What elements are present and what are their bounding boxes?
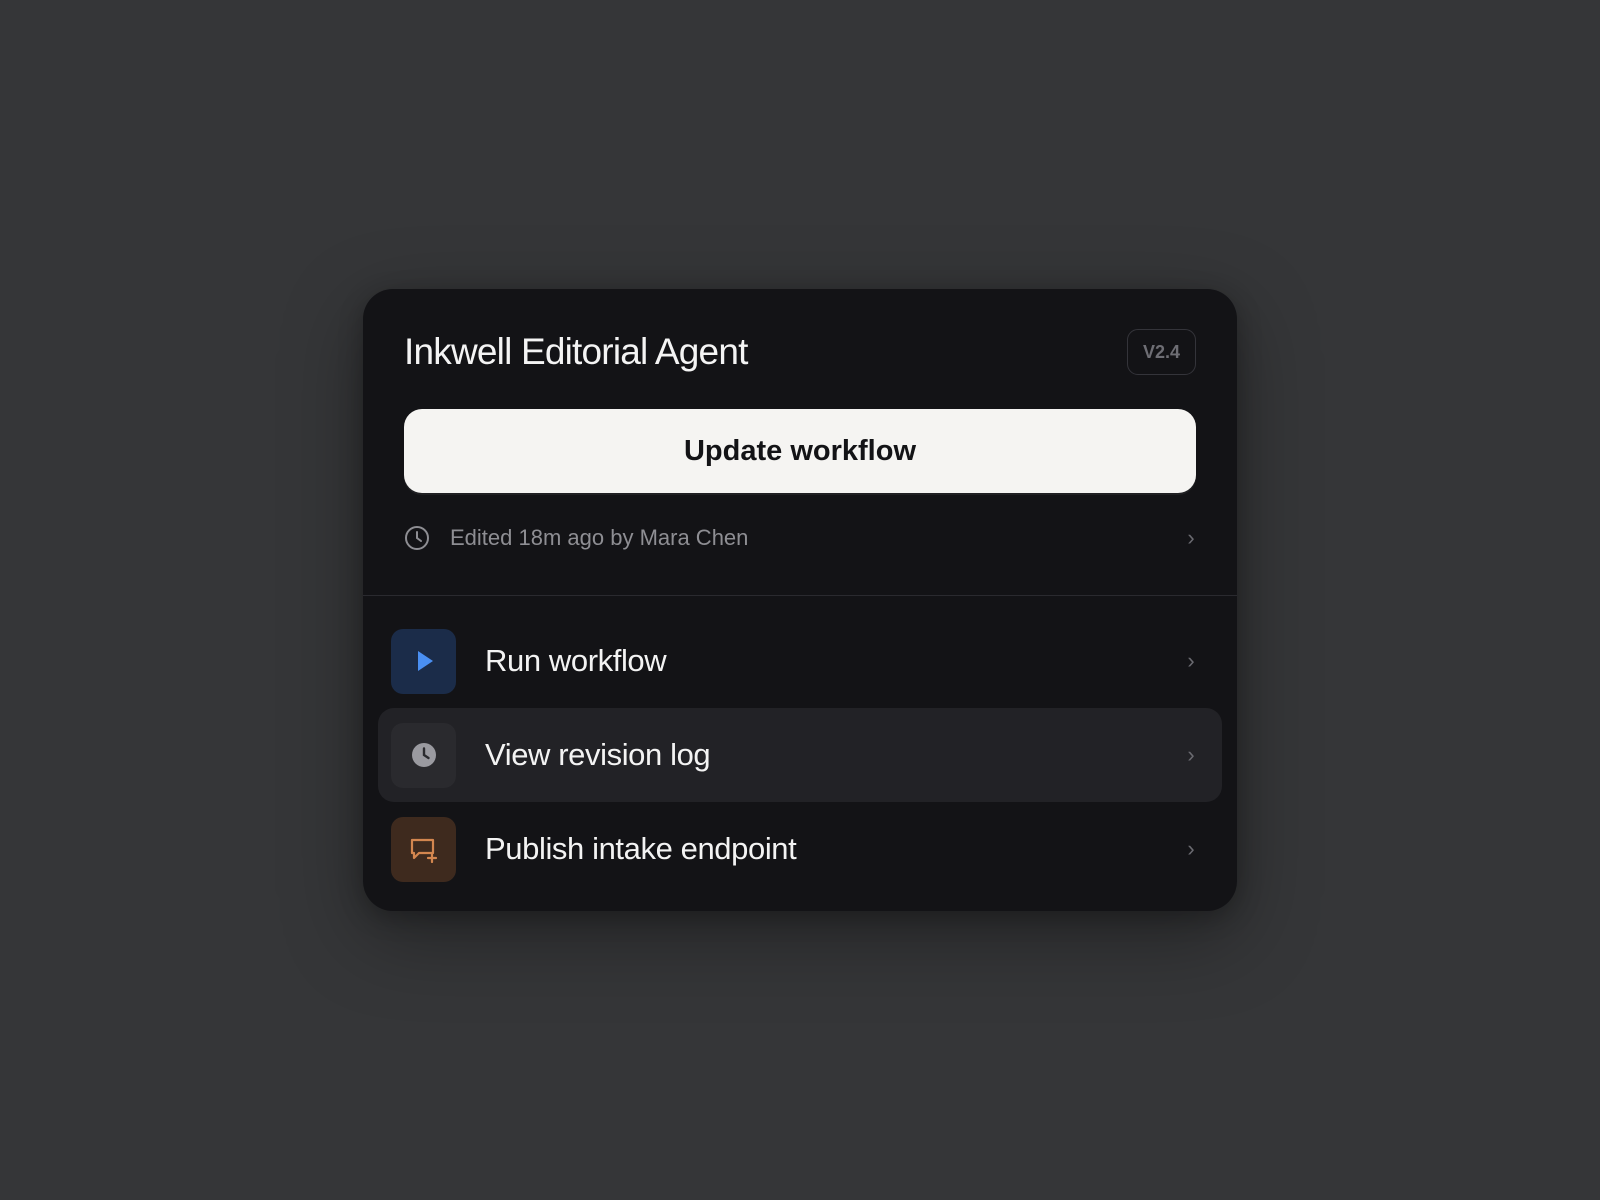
menu-item-publish-intake-endpoint[interactable]: Publish intake endpoint › bbox=[378, 802, 1222, 896]
update-workflow-button[interactable]: Update workflow bbox=[404, 409, 1196, 493]
play-icon bbox=[391, 628, 456, 694]
menu-item-run-workflow[interactable]: Run workflow › bbox=[378, 614, 1222, 708]
clock-filled-icon bbox=[391, 722, 456, 788]
action-menu: Run workflow › View revision log › Publi… bbox=[378, 614, 1222, 896]
version-badge: V2.4 bbox=[1126, 329, 1196, 375]
section-divider bbox=[363, 595, 1237, 596]
menu-item-label: Publish intake endpoint bbox=[485, 831, 797, 866]
message-plus-icon bbox=[391, 816, 456, 882]
chevron-right-icon: › bbox=[1187, 525, 1195, 550]
menu-item-label: View revision log bbox=[485, 737, 711, 772]
menu-item-view-revision-log[interactable]: View revision log › bbox=[378, 708, 1222, 802]
edited-status-text: Edited 18m ago by Mara Chen bbox=[450, 525, 749, 550]
clock-icon bbox=[404, 525, 430, 551]
chevron-right-icon: › bbox=[1187, 648, 1195, 673]
agent-title: Inkwell Editorial Agent bbox=[404, 331, 748, 372]
chevron-right-icon: › bbox=[1187, 836, 1195, 861]
card-header: Inkwell Editorial Agent V2.4 bbox=[404, 329, 1196, 375]
edit-history-row[interactable]: Edited 18m ago by Mara Chen › bbox=[404, 511, 1199, 565]
chevron-right-icon: › bbox=[1187, 742, 1195, 767]
agent-card: Inkwell Editorial Agent V2.4 Update work… bbox=[363, 289, 1237, 911]
menu-item-label: Run workflow bbox=[485, 643, 667, 678]
